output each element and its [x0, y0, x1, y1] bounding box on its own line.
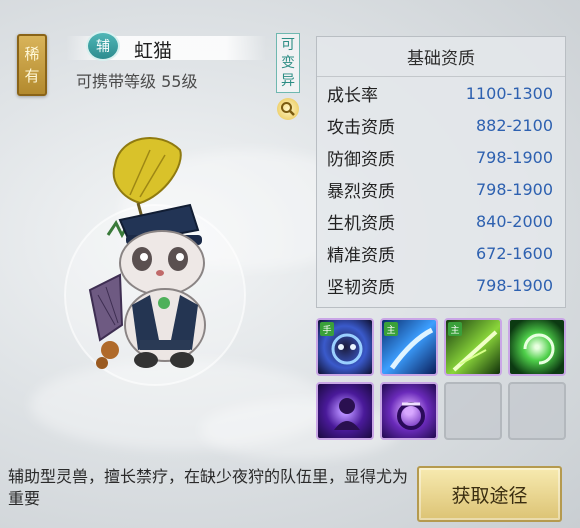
mutate-char-1: 可 — [281, 37, 295, 53]
skill-tag: 手 — [320, 322, 334, 336]
stat-row-defense: 防御资质 798-1900 — [317, 141, 565, 173]
stat-label: 生机资质 — [327, 213, 395, 234]
magnifier-icon[interactable] — [277, 98, 299, 120]
mutate-tag[interactable]: 可 变 异 — [276, 33, 300, 93]
stat-value: 1100-1300 — [465, 83, 553, 103]
pet-name: 虹猫 — [134, 40, 173, 62]
skill-slot-6[interactable] — [380, 382, 438, 440]
skill-slot-3[interactable]: 主 — [444, 318, 502, 376]
skill-grid: 手 主 主 — [316, 318, 566, 440]
acquire-method-button[interactable]: 获取途径 — [417, 466, 562, 522]
stat-row-ferocity: 暴烈资质 798-1900 — [317, 173, 565, 205]
pet-model-image — [64, 137, 246, 386]
stat-label: 攻击资质 — [327, 117, 395, 138]
base-aptitude-panel: 基础资质 成长率 1100-1300 攻击资质 882-2100 防御资质 79… — [316, 36, 566, 308]
stat-value: 882-2100 — [475, 115, 553, 135]
mutate-char-2: 变 — [281, 55, 295, 71]
stat-label: 暴烈资质 — [327, 181, 395, 202]
stat-value: 798-1900 — [475, 147, 553, 167]
mutate-char-3: 异 — [281, 73, 295, 89]
skill-slot-empty-7[interactable] — [444, 382, 502, 440]
pet-name-row: 辅 虹猫 — [66, 30, 266, 64]
stat-row-precision: 精准资质 672-1600 — [317, 237, 565, 269]
skill-slot-2[interactable]: 主 — [380, 318, 438, 376]
skill-slot-empty-8[interactable] — [508, 382, 566, 440]
skill-slot-1[interactable]: 手 — [316, 318, 374, 376]
rarity-char-2: 有 — [24, 67, 40, 85]
rarity-tag: 稀 有 — [17, 34, 47, 96]
skill-purple-figure-icon — [334, 398, 360, 430]
stat-row-vitality: 生机资质 840-2000 — [317, 205, 565, 237]
stat-row-attack: 攻击资质 882-2100 — [317, 109, 565, 141]
stat-value: 798-1900 — [475, 275, 553, 295]
skill-slot-4[interactable] — [508, 318, 566, 376]
stat-value: 672-1600 — [475, 243, 553, 263]
role-badge: 辅 — [86, 31, 120, 61]
stat-label: 坚韧资质 — [327, 277, 395, 298]
stats-title: 基础资质 — [317, 37, 565, 77]
pet-description: 辅助型灵兽，擅长禁疗，在缺少夜狩的队伍里，显得尤为重要 — [8, 467, 409, 508]
carry-level: 可携带等级 55级 — [76, 72, 198, 91]
stat-value: 798-1900 — [475, 179, 553, 199]
skill-tag: 主 — [384, 322, 398, 336]
skill-green-swirl-icon — [523, 333, 555, 365]
rarity-char-1: 稀 — [24, 45, 40, 63]
stat-label: 成长率 — [327, 85, 378, 106]
skill-tag: 主 — [448, 322, 462, 336]
skill-slot-5[interactable] — [316, 382, 374, 440]
skill-purple-rune-icon — [397, 402, 425, 430]
stat-row-growth: 成长率 1100-1300 — [317, 77, 565, 109]
stat-label: 防御资质 — [327, 149, 395, 170]
stat-label: 精准资质 — [327, 245, 395, 266]
stat-row-toughness: 坚韧资质 798-1900 — [317, 269, 565, 301]
stat-value: 840-2000 — [475, 211, 553, 231]
